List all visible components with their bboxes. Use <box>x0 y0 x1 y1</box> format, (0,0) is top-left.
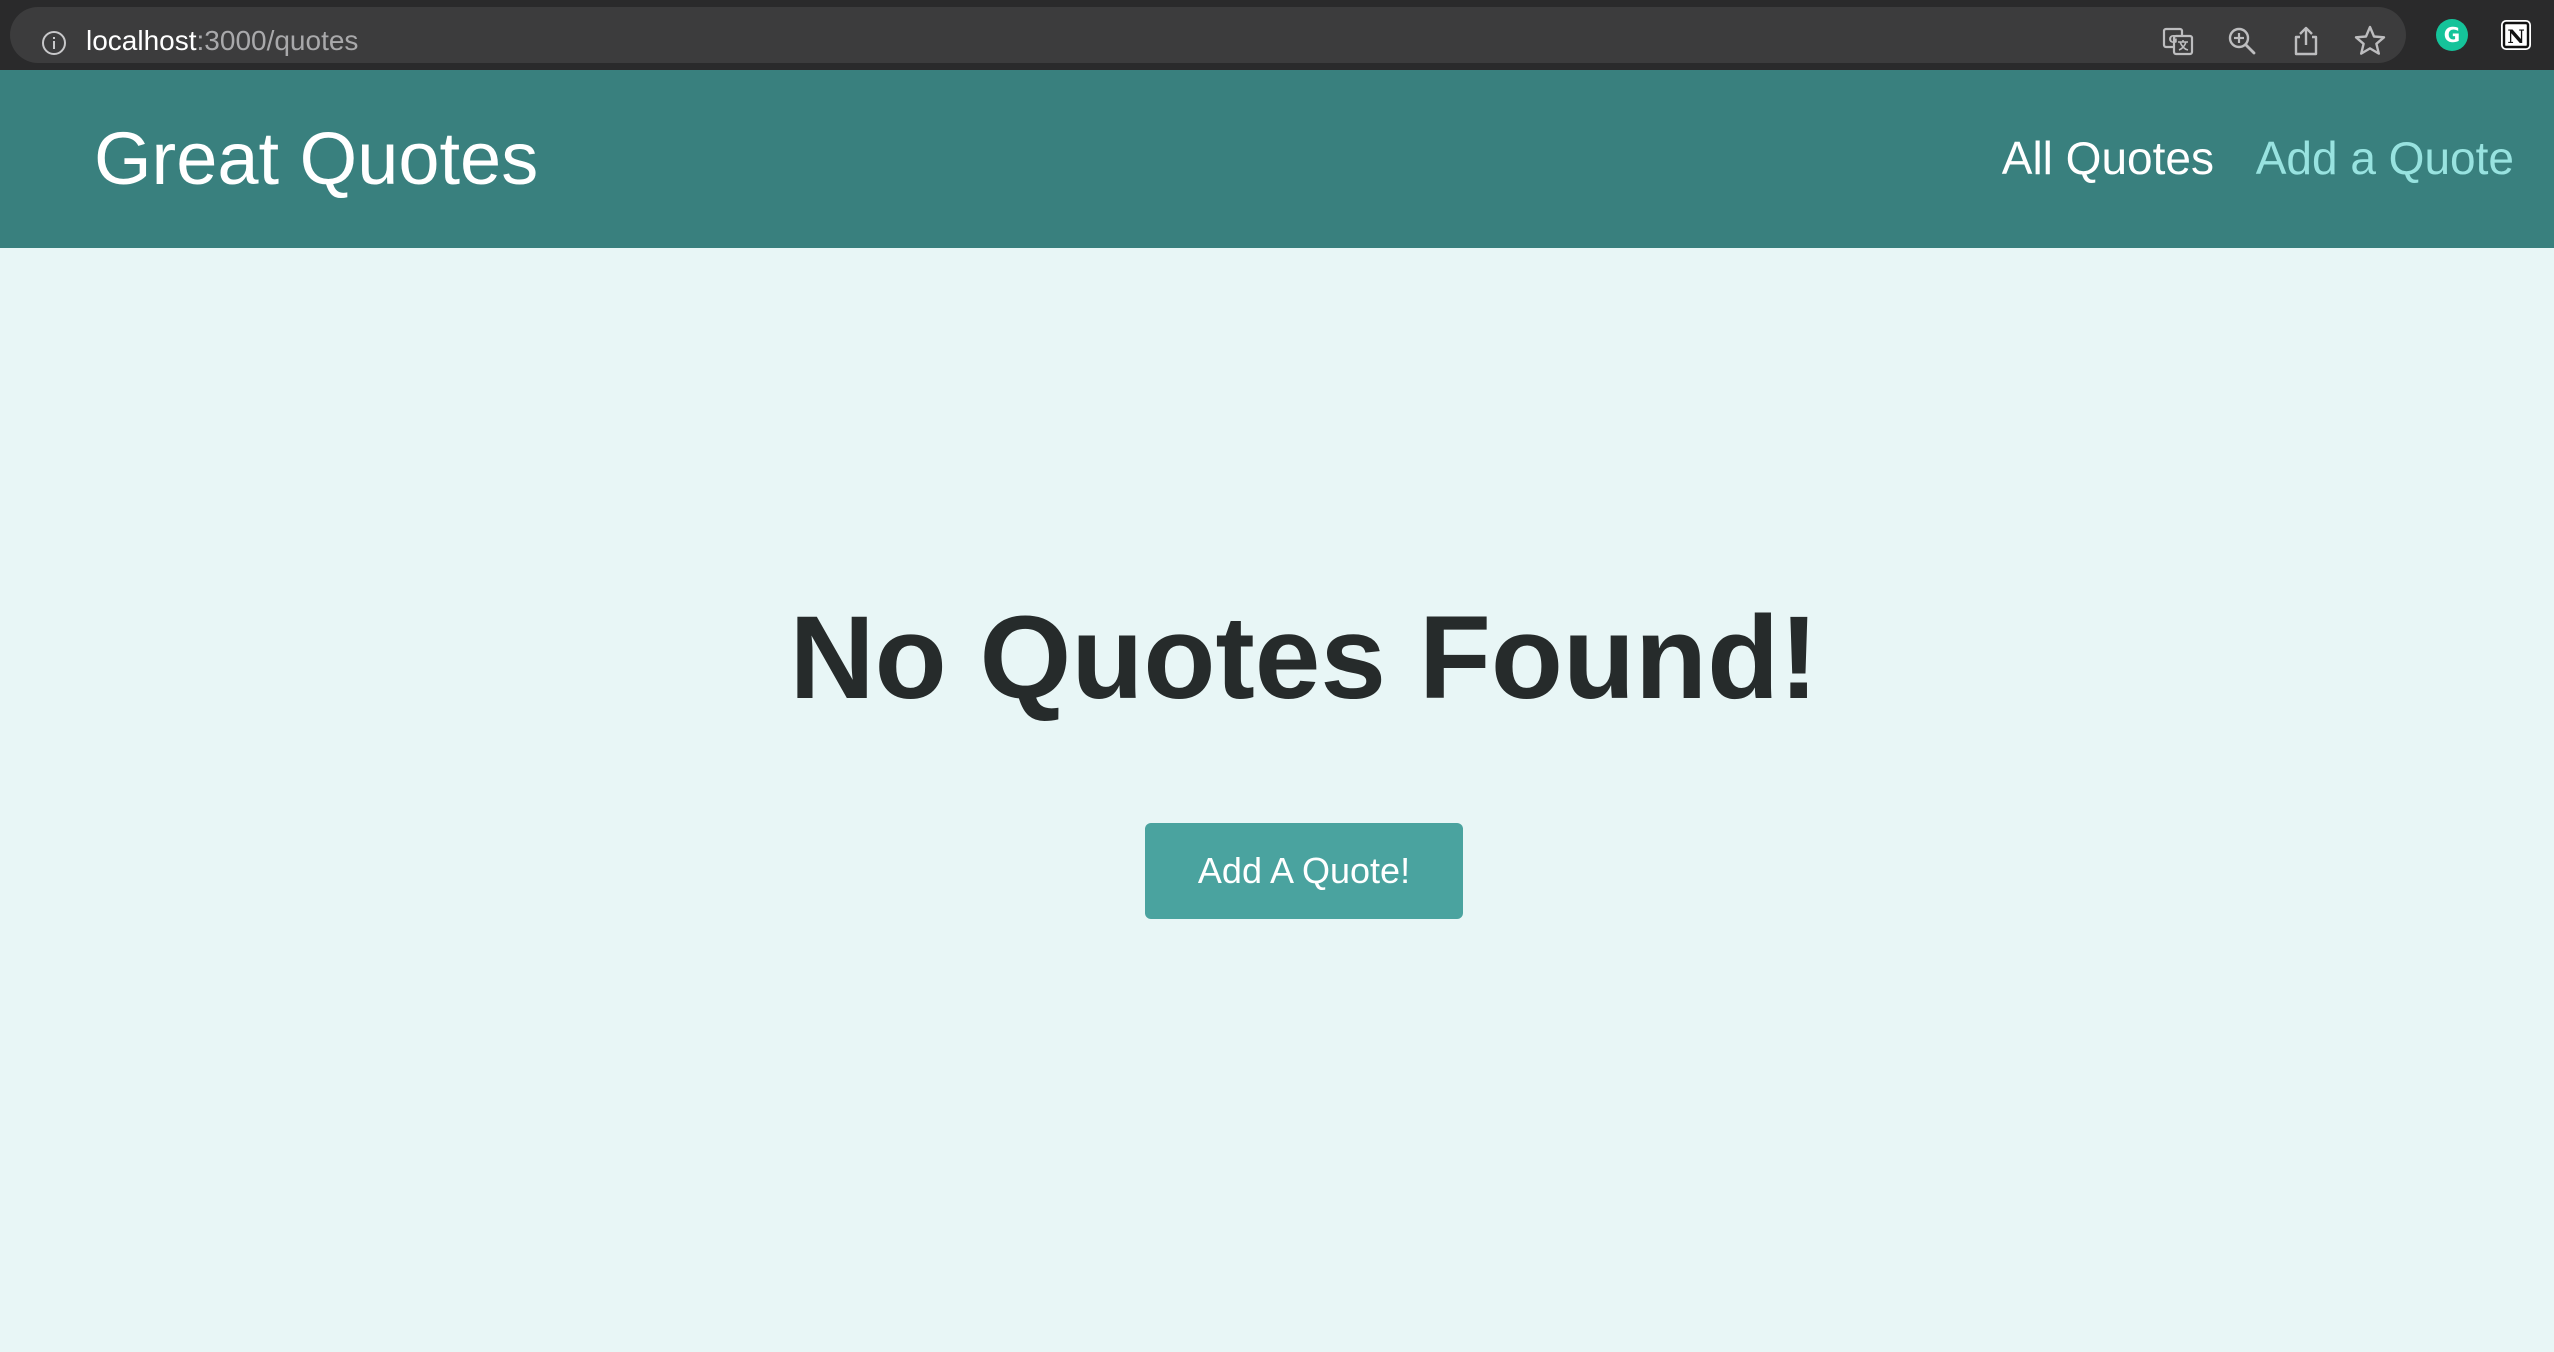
site-logo[interactable]: Great Quotes <box>94 116 538 202</box>
notion-letter: N <box>2507 26 2524 48</box>
app-header: Great Quotes All Quotes Add a Quote <box>0 70 2554 248</box>
add-quote-button[interactable]: Add A Quote! <box>1145 823 1463 919</box>
grammarly-letter: G <box>2444 23 2460 47</box>
url-host: localhost <box>86 25 197 56</box>
bookmark-star-icon[interactable] <box>2352 23 2388 59</box>
browser-toolbar: localhost:3000/quotes G G N <box>0 0 2554 70</box>
address-bar[interactable]: localhost:3000/quotes G <box>10 7 2406 63</box>
nav-link-add-quote[interactable]: Add a Quote <box>2256 130 2514 186</box>
svg-text:G: G <box>2168 33 2177 46</box>
nav-link-all-quotes[interactable]: All Quotes <box>2002 130 2214 186</box>
site-info-icon[interactable] <box>41 30 67 56</box>
zoom-icon[interactable] <box>2224 23 2260 59</box>
main-content: No Quotes Found! Add A Quote! <box>0 248 2554 1352</box>
url-path: :3000/quotes <box>196 25 359 56</box>
grammarly-extension-icon[interactable]: G <box>2434 17 2470 53</box>
empty-state-heading: No Quotes Found! <box>789 592 1819 724</box>
share-icon[interactable] <box>2288 23 2324 59</box>
notion-extension-icon[interactable]: N <box>2498 17 2534 53</box>
translate-icon[interactable]: G <box>2160 23 2196 59</box>
url-text[interactable]: localhost:3000/quotes <box>86 21 358 61</box>
